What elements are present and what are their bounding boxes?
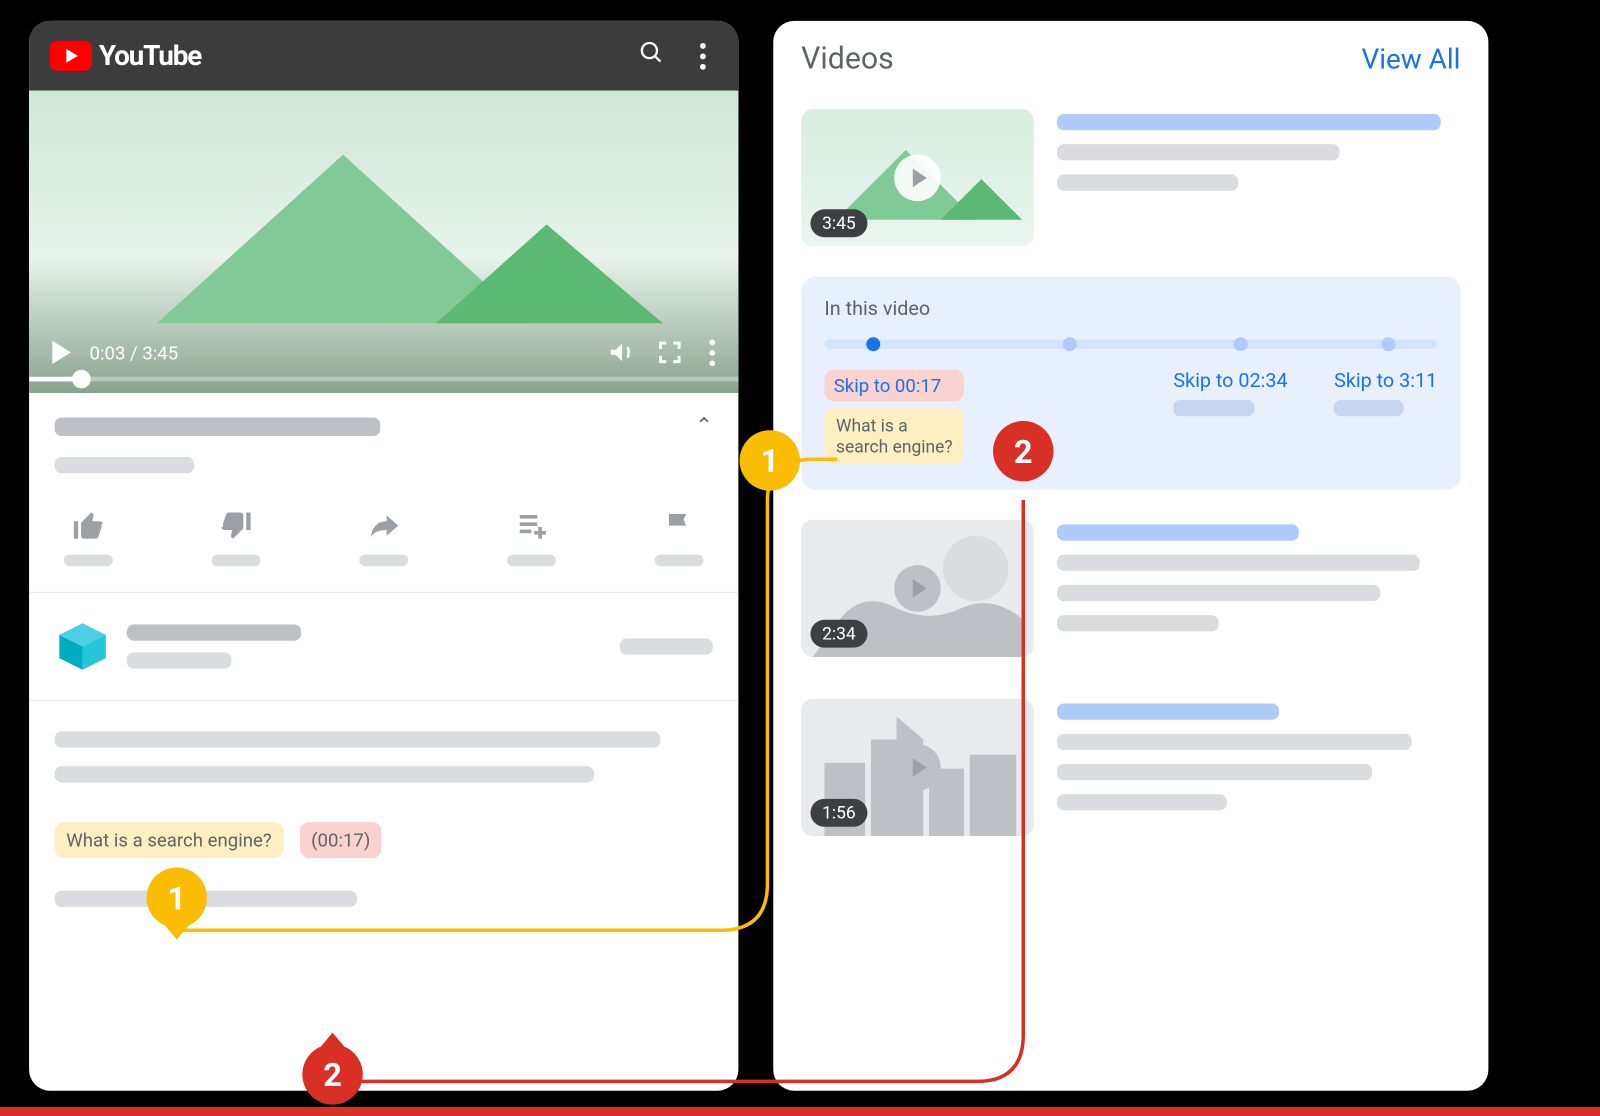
play-overlay-icon	[894, 155, 941, 202]
video-title-placeholder	[55, 417, 381, 436]
chevron-up-icon[interactable]: ⌃	[695, 414, 713, 438]
moment-1[interactable]: Skip to 00:17 What is a search engine?	[824, 370, 964, 464]
channel-sub-placeholder	[127, 652, 232, 668]
video-thumbnail[interactable]: 2:34	[801, 520, 1034, 657]
channel-row[interactable]	[29, 593, 738, 701]
video-thumbnail[interactable]: 1:56	[801, 699, 1034, 836]
chapter-title-chip[interactable]: What is a search engine?	[55, 822, 284, 858]
video-player[interactable]: 0:03 / 3:45	[29, 91, 738, 393]
search-results-panel: Videos View All 3:45 In this video	[773, 21, 1488, 1091]
play-overlay-icon	[894, 744, 941, 791]
kebab-menu-icon[interactable]	[688, 35, 717, 76]
play-icon[interactable]	[52, 341, 71, 364]
duration-badge: 2:34	[810, 620, 867, 648]
video-thumbnail[interactable]: 3:45	[801, 109, 1034, 246]
duration-badge: 3:45	[810, 209, 867, 237]
youtube-wordmark: YouTube	[99, 40, 201, 73]
footer-accent-bar	[0, 1107, 1600, 1116]
callout-1-right: 1	[740, 430, 800, 490]
channel-name-placeholder	[127, 624, 301, 640]
player-menu-icon[interactable]	[702, 339, 715, 366]
fullscreen-icon[interactable]	[656, 338, 684, 366]
play-overlay-icon	[894, 565, 941, 612]
moment-title-label: What is a search engine?	[824, 408, 964, 464]
search-icon[interactable]	[626, 31, 677, 80]
view-all-link[interactable]: View All	[1361, 43, 1460, 76]
moment-2[interactable]: Skip to 02:34	[1173, 370, 1287, 464]
video-result-3[interactable]: 1:56	[773, 687, 1488, 847]
moment-skip-label: Skip to 00:17	[824, 370, 964, 401]
moment-3[interactable]: Skip to 3:11	[1334, 370, 1437, 464]
duration-badge: 1:56	[810, 799, 867, 827]
callout-1-left: 1	[147, 867, 207, 927]
like-button[interactable]	[64, 508, 113, 566]
dislike-button[interactable]	[212, 508, 261, 566]
volume-icon[interactable]	[607, 337, 637, 367]
results-heading: Videos	[801, 42, 894, 77]
subscribe-placeholder[interactable]	[620, 638, 713, 654]
save-button[interactable]	[507, 508, 556, 566]
share-button[interactable]	[359, 508, 408, 566]
youtube-panel: YouTube 0:03 / 3:45	[29, 21, 738, 1091]
progress-bar[interactable]	[29, 367, 738, 393]
video-meta: ⌃	[29, 393, 738, 494]
callout-2-left: 2	[302, 1044, 362, 1104]
key-moments-card: In this video Skip to 00:17 What is a se…	[801, 277, 1460, 490]
video-sub-placeholder	[55, 457, 195, 473]
youtube-logo[interactable]: YouTube	[50, 40, 201, 73]
video-description: What is a search engine? (00:17)	[29, 701, 738, 907]
player-controls: 0:03 / 3:45	[29, 337, 738, 367]
result-title-placeholder	[1057, 114, 1440, 130]
channel-avatar-icon	[55, 619, 111, 675]
player-time: 0:03 / 3:45	[90, 341, 179, 363]
report-button[interactable]	[655, 508, 704, 566]
video-result-2[interactable]: 2:34	[773, 508, 1488, 668]
chapter-time-chip[interactable]: (00:17)	[300, 822, 382, 858]
moments-track[interactable]	[824, 340, 1437, 349]
video-actions	[29, 494, 738, 593]
callout-2-right: 2	[993, 421, 1053, 481]
youtube-play-icon	[50, 41, 92, 71]
youtube-header: YouTube	[29, 21, 738, 91]
results-header: Videos View All	[773, 21, 1488, 98]
video-result-1[interactable]: 3:45	[773, 98, 1488, 258]
key-moments-heading: In this video	[824, 298, 1437, 321]
